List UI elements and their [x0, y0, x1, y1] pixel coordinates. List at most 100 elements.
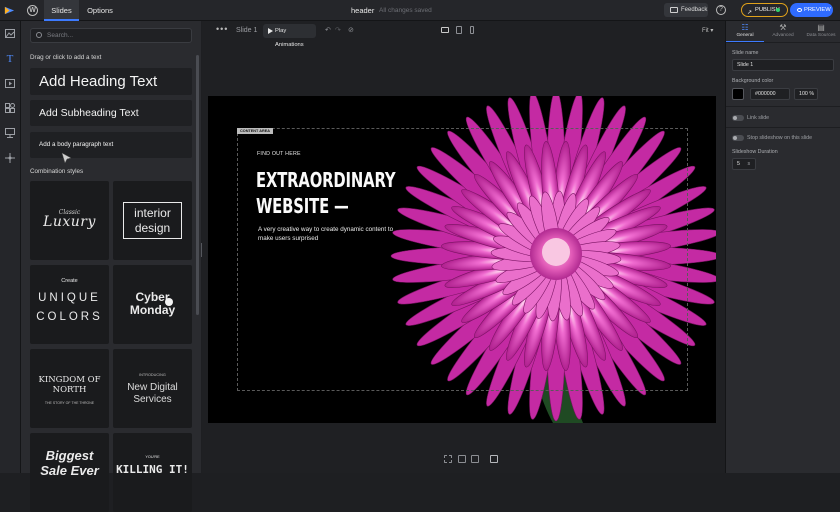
tab-general[interactable]: ☷ General [726, 21, 764, 42]
slide-name[interactable]: Slide 1 [236, 27, 257, 34]
slide-kicker[interactable]: FIND OUT HERE [257, 151, 301, 157]
opacity-value: 100 [799, 91, 808, 97]
combo-text: design [134, 221, 171, 235]
combo-card-unique[interactable]: Create UNIQUE COLORS [30, 265, 109, 344]
tab-label: General [736, 33, 754, 38]
slide-headline[interactable]: EXTRAORDINARY WEBSITE — [256, 167, 396, 219]
tab-data-sources[interactable]: ▤ Data Sources [802, 21, 840, 41]
link-slide-toggle[interactable] [732, 115, 744, 121]
panel-hint: Drag or click to add a text [30, 54, 102, 61]
database-icon: ▤ [817, 23, 825, 32]
combo-text: YOU'RE [145, 455, 160, 459]
play-icon [268, 28, 273, 34]
app-logo-icon[interactable] [4, 5, 15, 16]
combo-text: INTRODUCING [139, 373, 166, 377]
tab-options[interactable]: Options [81, 0, 119, 21]
tool-rail: T [0, 21, 21, 473]
combo-card-cyber[interactable]: Cyber Monday [113, 265, 192, 344]
combo-text: COLORS [36, 311, 103, 323]
combo-card-digital[interactable]: INTRODUCING New Digital Services [113, 349, 192, 428]
undo-icon[interactable]: ↶ [325, 26, 331, 34]
combo-text: Luxury [43, 214, 96, 230]
preview-label: PREVIEW [804, 7, 831, 13]
search-input[interactable] [47, 29, 187, 42]
divider [726, 106, 840, 107]
headline-line: WEBSITE — [256, 194, 349, 218]
document-title[interactable]: header [351, 0, 374, 21]
preview-button[interactable]: PREVIEW [790, 3, 833, 17]
slide-preview[interactable]: CONTENT AREA FIND OUT HERE EXTRAORDINARY… [208, 96, 716, 423]
combo-card-kingdom[interactable]: KINGDOM OF NORTH THE STORY OF THE THRONE [30, 349, 109, 428]
status-dot [776, 8, 780, 12]
combo-text: KILLING IT! [116, 463, 189, 476]
more-options-icon[interactable]: ••• [216, 24, 228, 34]
combination-styles-label: Combination styles [30, 168, 84, 175]
duplicate-icon[interactable] [490, 455, 498, 463]
combo-text: Biggest [45, 448, 94, 463]
image-icon[interactable] [4, 29, 16, 41]
add-slide-icon[interactable] [471, 455, 479, 463]
opacity-input[interactable]: 100 % [794, 88, 818, 100]
top-bar: W Slides Options header All changes save… [0, 0, 840, 21]
slide-description[interactable]: A very creative way to create dynamic co… [258, 226, 398, 243]
background-color-input[interactable]: #000000 [750, 88, 790, 100]
tablet-icon[interactable] [456, 26, 462, 34]
combo-text: New Digital [127, 382, 178, 393]
duration-value: 5 [737, 161, 740, 167]
feedback-label: Feedback [681, 7, 708, 13]
tab-advanced[interactable]: ⚒ Advanced [764, 21, 802, 41]
search-box[interactable] [30, 28, 192, 43]
tab-label: Data Sources [806, 33, 836, 38]
cursor-dot [165, 298, 173, 306]
combo-card-interior[interactable]: interior design [113, 181, 192, 260]
opacity-unit: % [809, 91, 815, 97]
add-paragraph-card[interactable]: Add a body paragraph text [30, 132, 192, 158]
panel-scrollbar[interactable] [196, 55, 199, 315]
stop-slideshow-toggle[interactable] [732, 135, 744, 141]
combo-text: Monday [129, 303, 176, 317]
tab-slides[interactable]: Slides [44, 0, 79, 21]
visibility-off-icon[interactable]: ⊘ [348, 26, 354, 34]
canvas-bottom-tools [444, 454, 504, 466]
wordpress-icon[interactable]: W [27, 5, 38, 16]
play-animations-button[interactable]: Play Animations [263, 24, 316, 48]
combo-text: interior [134, 206, 171, 220]
move-icon[interactable] [4, 153, 16, 165]
video-icon[interactable] [4, 79, 16, 91]
chat-icon [670, 7, 678, 13]
publish-button[interactable]: ↗ PUBLISH [741, 3, 788, 17]
add-subheading-card[interactable]: Add Subheading Text [30, 100, 192, 126]
feedback-button[interactable]: Feedback [664, 3, 708, 17]
eye-icon [797, 8, 802, 12]
slideshow-duration-input[interactable]: 5 s [732, 158, 756, 170]
background-color-label: Background color [732, 78, 774, 84]
content-area-tag: CONTENT AREA [237, 128, 274, 134]
sliders-icon: ☷ [741, 23, 749, 32]
grid-icon[interactable] [444, 455, 452, 463]
elements-icon[interactable] [4, 103, 16, 115]
redo-icon[interactable]: ↷ [335, 26, 341, 34]
embed-icon[interactable] [4, 128, 16, 140]
combo-text: Create [61, 278, 78, 284]
add-heading-card[interactable]: Add Heading Text [30, 68, 192, 95]
canvas-toolbar: ••• Slide 1 Play Animations ↶ ↷ ⊘ Fit ▾ [202, 21, 725, 48]
mobile-icon[interactable] [470, 26, 474, 34]
combo-text: KINGDOM OF [38, 375, 101, 385]
play-animations-label: Play Animations [275, 28, 304, 48]
divider [726, 127, 840, 128]
text-icon[interactable]: T [4, 53, 16, 65]
slide-name-input[interactable]: Slide 1 [732, 59, 834, 71]
layers-icon[interactable] [458, 455, 466, 463]
help-icon[interactable]: ? [716, 5, 726, 15]
text-panel: Drag or click to add a text Add Heading … [21, 21, 201, 512]
combo-text: NORTH [52, 385, 87, 395]
search-icon [36, 32, 42, 38]
color-swatch[interactable] [732, 88, 744, 100]
combo-card-luxury[interactable]: Classic Luxury [30, 181, 109, 260]
zoom-fit-dropdown[interactable]: Fit ▾ [702, 27, 713, 34]
tab-label: Advanced [772, 33, 794, 38]
combo-text: UNIQUE [38, 292, 101, 304]
combo-text: THE STORY OF THE THRONE [44, 401, 95, 405]
desktop-icon[interactable] [441, 27, 449, 33]
combo-text: Services [133, 394, 172, 405]
